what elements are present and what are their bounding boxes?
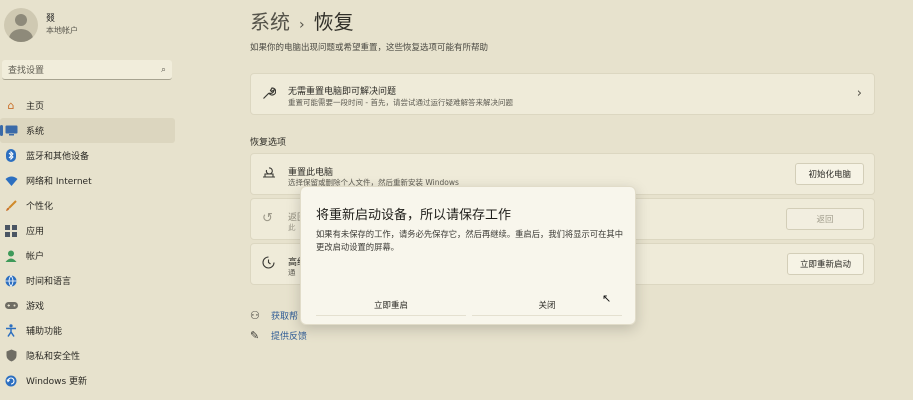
- breadcrumb-separator: ›: [299, 17, 305, 33]
- sidebar-item-label: 辅助功能: [26, 327, 63, 337]
- history-icon: ↺: [262, 211, 273, 226]
- restart-now-button[interactable]: 立即重新启动: [786, 253, 864, 275]
- restart-dialog: 将重新启动设备，所以请保存工作 如果有未保存的工作，请务必先保存它，然后再继续。…: [300, 186, 636, 325]
- sidebar-item-apps[interactable]: 应用: [0, 218, 175, 243]
- troubleshoot-card[interactable]: 无需重置电脑即可解决问题 重置可能需要一段时间 - 首先，请尝试通过运行疑难解答…: [250, 73, 875, 115]
- sidebar-nav: ⌂ 主页 系统 蓝牙和其他设备 网络和 Internet 个性化 应用 帐户 时…: [0, 93, 175, 393]
- dialog-footer: 立即重启 关闭: [301, 289, 635, 324]
- sidebar: 叕 本地帐户 查找设置 ⌕ ⌂ 主页 系统 蓝牙和其他设备 网络和 Intern…: [0, 0, 180, 400]
- breadcrumb-parent[interactable]: 系统: [250, 6, 290, 35]
- dialog-body: 如果有未保存的工作，请务必先保存它，然后再继续。重启后，我们将显示可在其中更改启…: [316, 229, 623, 252]
- advanced-startup-description: 通: [288, 268, 296, 277]
- reset-pc-icon: [262, 166, 276, 183]
- sidebar-item-label: 帐户: [26, 252, 45, 262]
- sidebar-item-home[interactable]: ⌂ 主页: [0, 93, 175, 118]
- breadcrumb: 系统 › 恢复: [250, 6, 354, 35]
- sidebar-item-label: 系统: [26, 127, 45, 137]
- sidebar-item-label: 隐私和安全性: [26, 352, 81, 362]
- sidebar-item-time-language[interactable]: 时间和语言: [0, 268, 175, 293]
- mouse-cursor-icon: ↖: [602, 292, 612, 305]
- shield-icon: [4, 349, 18, 363]
- wifi-icon: [4, 174, 18, 188]
- bluetooth-icon: [4, 149, 18, 163]
- update-icon: [4, 374, 18, 388]
- user-profile[interactable]: 叕 本地帐户: [4, 8, 78, 42]
- accessibility-icon: [4, 324, 18, 338]
- troubleshoot-description: 重置可能需要一段时间 - 首先，请尝试通过运行疑难解答来解决问题: [288, 98, 513, 107]
- sidebar-item-label: 网络和 Internet: [26, 177, 92, 187]
- monitor-icon: [4, 124, 18, 138]
- apps-icon: [4, 224, 18, 238]
- sidebar-item-privacy[interactable]: 隐私和安全性: [0, 343, 175, 368]
- sidebar-item-label: 主页: [26, 102, 45, 112]
- recovery-options-heading: 恢复选项: [250, 138, 287, 148]
- sidebar-item-accounts[interactable]: 帐户: [0, 243, 175, 268]
- sidebar-item-accessibility[interactable]: 辅助功能: [0, 318, 175, 343]
- brush-icon: [4, 199, 18, 213]
- page-title: 恢复: [313, 10, 354, 34]
- sidebar-item-label: 时间和语言: [26, 277, 72, 287]
- advanced-startup-icon: [262, 256, 275, 273]
- chevron-right-icon: ›: [856, 86, 862, 101]
- get-help-label: 获取帮: [271, 311, 299, 322]
- go-back-button[interactable]: 返回: [786, 208, 864, 230]
- sidebar-item-label: Windows 更新: [26, 377, 88, 387]
- troubleshoot-title: 无需重置电脑即可解决问题: [288, 87, 397, 97]
- search-input[interactable]: 查找设置 ⌕: [2, 60, 172, 80]
- account-type: 本地帐户: [46, 26, 78, 35]
- sidebar-item-label: 个性化: [26, 202, 54, 212]
- wrench-icon: [262, 86, 277, 104]
- feedback-link[interactable]: ✎ 提供反馈: [250, 325, 307, 345]
- get-help-link[interactable]: ⚇ 获取帮: [250, 305, 307, 325]
- search-icon: ⌕: [160, 64, 166, 75]
- dialog-title: 将重新启动设备，所以请保存工作: [316, 208, 512, 223]
- page-description: 如果你的电脑出现问题或希望重置，这些恢复选项可能有所帮助: [250, 43, 489, 53]
- close-dialog-button[interactable]: 关闭: [472, 294, 622, 316]
- help-links: ⚇ 获取帮 ✎ 提供反馈: [250, 305, 307, 345]
- reset-pc-button[interactable]: 初始化电脑: [795, 163, 864, 185]
- avatar: [4, 8, 38, 42]
- go-back-description: 此: [288, 223, 296, 232]
- sidebar-item-label: 蓝牙和其他设备: [26, 152, 90, 162]
- feedback-icon: ✎: [250, 328, 260, 342]
- globe-icon: [4, 274, 18, 288]
- home-icon: ⌂: [7, 98, 15, 112]
- user-name: 叕: [46, 14, 56, 24]
- sidebar-item-windows-update[interactable]: Windows 更新: [0, 368, 175, 393]
- search-placeholder: 查找设置: [8, 66, 45, 76]
- sidebar-item-bluetooth[interactable]: 蓝牙和其他设备: [0, 143, 175, 168]
- restart-now-dialog-button[interactable]: 立即重启: [316, 294, 466, 316]
- sidebar-item-system[interactable]: 系统: [0, 118, 175, 143]
- feedback-label: 提供反馈: [271, 331, 308, 342]
- gamepad-icon: [4, 299, 18, 313]
- sidebar-item-label: 应用: [26, 227, 45, 237]
- sidebar-item-network[interactable]: 网络和 Internet: [0, 168, 175, 193]
- help-icon: ⚇: [250, 308, 260, 322]
- sidebar-item-gaming[interactable]: 游戏: [0, 293, 175, 318]
- person-icon: [4, 249, 18, 263]
- sidebar-item-label: 游戏: [26, 302, 45, 312]
- sidebar-item-personalization[interactable]: 个性化: [0, 193, 175, 218]
